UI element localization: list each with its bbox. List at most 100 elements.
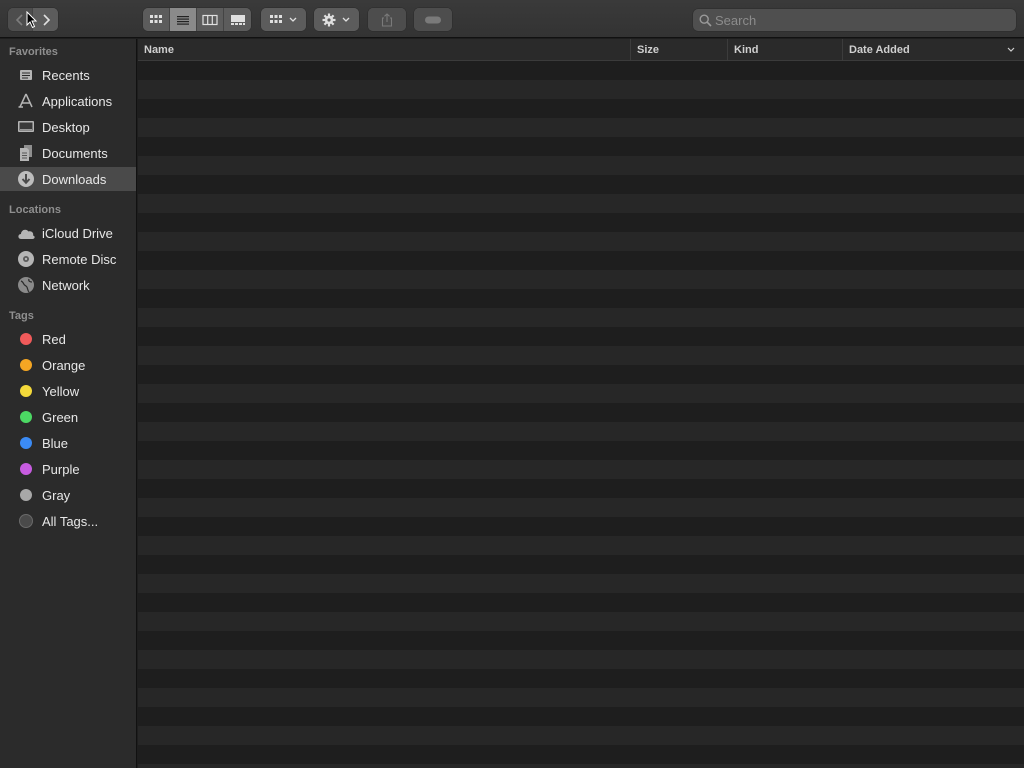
tag-color-all	[20, 515, 32, 527]
gear-icon	[322, 13, 336, 26]
empty-row	[138, 289, 1024, 308]
empty-row	[138, 232, 1024, 251]
sidebar-item-applications[interactable]: Applications	[0, 89, 136, 113]
empty-row	[138, 213, 1024, 232]
empty-row	[138, 327, 1024, 346]
applications-icon	[16, 91, 36, 111]
column-header-row: Name Size Kind Date Added	[138, 39, 1024, 61]
gallery-view-button[interactable]	[224, 8, 251, 31]
clock-icon	[16, 65, 36, 85]
sidebar-item-tag-purple[interactable]: Purple	[0, 457, 136, 481]
toolbar	[0, 0, 1024, 38]
group-by-button[interactable]	[261, 8, 306, 31]
empty-row	[138, 384, 1024, 403]
column-header-kind[interactable]: Kind	[727, 39, 842, 61]
sidebar-item-desktop[interactable]: Desktop	[0, 115, 136, 139]
column-header-date-added-label: Date Added	[849, 44, 910, 56]
empty-row	[138, 80, 1024, 99]
action-menu-control[interactable]	[314, 8, 359, 31]
sidebar-item-label: Desktop	[42, 119, 90, 135]
view-mode-segmented-control	[143, 8, 251, 31]
tag-color-red	[20, 333, 32, 345]
sidebar: Favorites Recents Applications Desktop D…	[0, 39, 137, 768]
sidebar-item-label: iCloud Drive	[42, 225, 113, 241]
tag-color-gray	[20, 489, 32, 501]
icon-view-button[interactable]	[143, 8, 170, 31]
sidebar-item-label: Recents	[42, 67, 90, 83]
tag-dot-icon	[16, 381, 36, 401]
gallery-icon	[230, 14, 245, 25]
disc-icon	[16, 249, 36, 269]
sidebar-item-label: Documents	[42, 145, 108, 161]
empty-row	[138, 137, 1024, 156]
empty-row	[138, 403, 1024, 422]
group-by-control[interactable]	[261, 8, 306, 31]
empty-row	[138, 536, 1024, 555]
column-header-date-added[interactable]: Date Added	[842, 39, 1024, 61]
grid-icon	[150, 14, 162, 23]
empty-row	[138, 669, 1024, 688]
chevron-down-icon	[289, 17, 297, 22]
action-menu-button[interactable]	[314, 8, 359, 31]
empty-row	[138, 707, 1024, 726]
columns-icon	[202, 14, 218, 25]
share-button[interactable]	[368, 8, 406, 31]
tag-color-purple	[20, 463, 32, 475]
sidebar-item-network[interactable]: Network	[0, 273, 136, 297]
sidebar-item-tag-green[interactable]: Green	[0, 405, 136, 429]
empty-row	[138, 346, 1024, 365]
sidebar-item-label: Purple	[42, 461, 80, 477]
sidebar-item-label: Applications	[42, 93, 113, 109]
file-list-view: Name Size Kind Date Added	[138, 39, 1024, 768]
tag-dot-icon	[16, 459, 36, 479]
sidebar-item-icloud-drive[interactable]: iCloud Drive	[0, 221, 136, 245]
column-header-size[interactable]: Size	[630, 39, 727, 61]
column-header-name[interactable]: Name	[138, 39, 630, 61]
list-view-button[interactable]	[170, 8, 197, 31]
empty-row	[138, 99, 1024, 118]
search-icon	[699, 14, 712, 27]
cloud-icon	[16, 223, 36, 243]
sidebar-item-label: Yellow	[42, 383, 80, 399]
column-view-button[interactable]	[197, 8, 224, 31]
tag-dot-icon	[16, 355, 36, 375]
sidebar-item-label: Blue	[42, 435, 69, 451]
tags-control[interactable]	[414, 8, 452, 31]
sidebar-item-tag-red[interactable]: Red	[0, 327, 136, 351]
sidebar-item-recents[interactable]: Recents	[0, 63, 136, 87]
sidebar-item-label: Orange	[42, 357, 86, 373]
sidebar-item-label: Gray	[42, 487, 71, 503]
empty-row	[138, 745, 1024, 764]
group-grid-icon	[270, 14, 282, 23]
empty-row	[138, 612, 1024, 631]
tag-color-orange	[20, 359, 32, 371]
tags-button[interactable]	[414, 8, 452, 31]
sidebar-item-all-tags[interactable]: All Tags...	[0, 509, 136, 533]
tag-dot-icon	[16, 433, 36, 453]
empty-row	[138, 593, 1024, 612]
sidebar-item-downloads[interactable]: Downloads	[0, 167, 136, 191]
sidebar-item-tag-gray[interactable]: Gray	[0, 483, 136, 507]
search-input[interactable]	[715, 9, 1010, 31]
list-icon	[177, 15, 189, 25]
empty-row	[138, 555, 1024, 574]
sidebar-item-tag-orange[interactable]: Orange	[0, 353, 136, 377]
empty-row	[138, 175, 1024, 194]
sidebar-section-favorites: Favorites	[9, 46, 58, 58]
empty-row	[138, 422, 1024, 441]
sidebar-item-tag-yellow[interactable]: Yellow	[0, 379, 136, 403]
share-control[interactable]	[368, 8, 406, 31]
sidebar-item-label: All Tags...	[42, 513, 99, 529]
empty-row	[138, 308, 1024, 327]
empty-row	[138, 574, 1024, 593]
chevron-down-icon	[342, 17, 350, 22]
download-icon	[16, 169, 36, 189]
sidebar-item-remote-disc[interactable]: Remote Disc	[0, 247, 136, 271]
desktop-icon	[16, 117, 36, 137]
tag-dot-icon	[16, 329, 36, 349]
search-field[interactable]	[693, 9, 1016, 31]
sidebar-item-tag-blue[interactable]: Blue	[0, 431, 136, 455]
sidebar-item-documents[interactable]: Documents	[0, 141, 136, 165]
file-rows	[138, 61, 1024, 768]
tag-color-blue	[20, 437, 32, 449]
